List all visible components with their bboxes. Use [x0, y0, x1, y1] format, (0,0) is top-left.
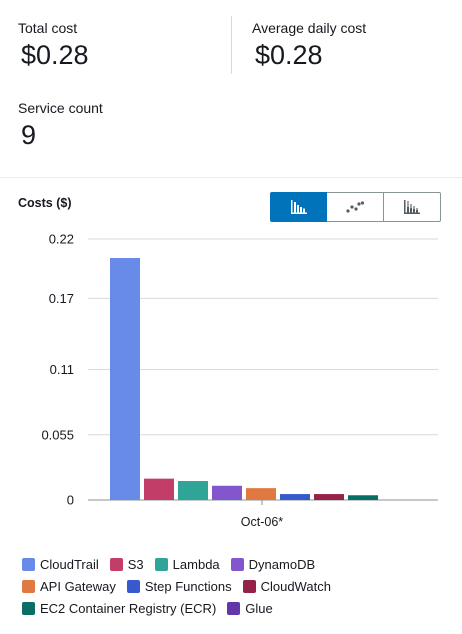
- bar-chart-button[interactable]: [270, 192, 327, 222]
- legend-swatch: [22, 601, 35, 615]
- bar-cloudwatch: [314, 494, 344, 500]
- chart-legend: CloudTrail S3 Lambda DynamoDB API Gatewa…: [22, 553, 452, 619]
- legend-item-glue[interactable]: Glue: [227, 600, 273, 616]
- legend-row: CloudTrail S3 Lambda DynamoDB: [22, 553, 452, 575]
- legend-swatch: [109, 557, 123, 571]
- service-count-label: Service count: [18, 100, 103, 116]
- average-daily-cost-value: $0.28: [255, 40, 323, 70]
- legend-label: CloudTrail: [40, 556, 99, 572]
- legend-item-lambda[interactable]: Lambda: [154, 556, 220, 572]
- legend-item-cloudwatch[interactable]: CloudWatch: [242, 578, 331, 594]
- y-tick-label: 0.22: [49, 232, 74, 247]
- total-cost-value: $0.28: [21, 40, 89, 70]
- legend-swatch: [154, 557, 168, 571]
- legend-label: S3: [127, 556, 144, 572]
- legend-item-api-gateway[interactable]: API Gateway: [22, 579, 116, 594]
- y-tick-label: 0.11: [50, 362, 74, 377]
- legend-label: EC2 Container Registry (ECR): [40, 600, 217, 616]
- bar-dynamodb: [212, 485, 242, 500]
- line-chart-icon: [346, 201, 364, 213]
- service-count-value: 9: [21, 120, 37, 150]
- stacked-bar-chart-button[interactable]: [384, 192, 441, 222]
- legend-row: EC2 Container Registry (ECR) Glue: [22, 597, 452, 619]
- legend-label: Glue: [245, 600, 273, 616]
- metric-divider: [231, 16, 232, 74]
- line-chart-button[interactable]: [327, 192, 384, 222]
- stacked-bar-chart-icon: [404, 200, 420, 214]
- total-cost-label: Total cost: [18, 20, 78, 36]
- legend-item-step-functions[interactable]: Step Functions: [126, 578, 232, 594]
- legend-swatch: [22, 579, 35, 593]
- legend-swatch: [227, 601, 241, 615]
- legend-item-ecr[interactable]: EC2 Container Registry (ECR): [22, 601, 216, 616]
- bar-cloudtrail: [110, 257, 140, 500]
- legend-swatch: [242, 579, 256, 593]
- section-divider: [0, 177, 462, 178]
- bar-s3: [144, 478, 174, 500]
- legend-label: DynamoDB: [248, 556, 316, 572]
- bar-chart-icon: [290, 200, 307, 214]
- legend-row: API Gateway Step Functions CloudWatch: [22, 575, 452, 597]
- legend-swatch: [126, 579, 140, 593]
- legend-label: Lambda: [172, 556, 220, 572]
- legend-item-dynamodb[interactable]: DynamoDB: [230, 556, 316, 572]
- bar-step-functions: [280, 494, 310, 500]
- y-tick-label: 0.17: [49, 291, 74, 306]
- legend-swatch: [230, 557, 244, 571]
- legend-label: Step Functions: [144, 578, 232, 594]
- y-tick-label: 0: [67, 493, 74, 508]
- bar-ec2-container-registry-ecr: [348, 495, 378, 500]
- average-daily-cost-label: Average daily cost: [252, 20, 367, 36]
- bar-lambda: [178, 481, 208, 500]
- chart-type-toggle: [270, 192, 443, 222]
- x-tick-label: Oct-06*: [241, 515, 284, 529]
- legend-label: CloudWatch: [260, 578, 331, 594]
- legend-label: API Gateway: [40, 578, 116, 594]
- legend-item-cloudtrail[interactable]: CloudTrail: [22, 557, 99, 572]
- y-tick-label: 0.055: [41, 427, 74, 442]
- legend-swatch: [22, 557, 35, 571]
- cost-bar-chart: 0.22 0.17 0.11 0.055 0 Oct-06*: [41, 232, 438, 529]
- bar-api-gateway: [246, 488, 276, 500]
- chart-title: Costs ($): [18, 196, 72, 210]
- legend-item-s3[interactable]: S3: [109, 556, 144, 572]
